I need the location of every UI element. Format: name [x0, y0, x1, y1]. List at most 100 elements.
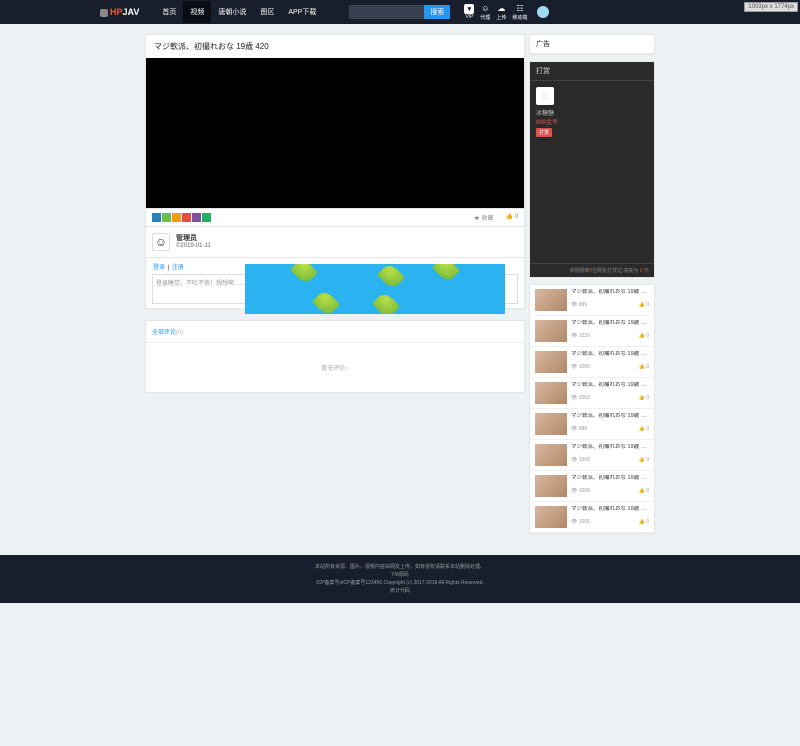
related-item[interactable]: マジ軟派、初撮れおな 19歳 415 👁 1006 👍 0 [530, 502, 654, 533]
view-count: 👁 999 [571, 302, 587, 308]
header-icon[interactable]: ☺代理 [480, 4, 490, 21]
search-box: 搜索 [349, 5, 450, 19]
view-count: 👁 1006 [571, 519, 590, 525]
share-icon[interactable] [182, 213, 191, 222]
nav-item[interactable]: 首页 [155, 1, 183, 23]
nav-item[interactable]: APP下载 [281, 1, 323, 23]
author-name: 管理员 [176, 233, 211, 243]
comments-card: 全部评论(0) 暂无评论~ [145, 320, 525, 393]
author-card: 管理员 ©2019-01-11 [145, 227, 525, 258]
reward-footer: 该视频被0位网友打赏过,收获为 0 元 [530, 263, 654, 277]
logo-jav: JAV [123, 7, 140, 17]
like-count: 👍 0 [639, 488, 649, 494]
view-count: 👁 1029 [571, 333, 590, 339]
related-item[interactable]: マジ軟派、初撮れおな 19歳 413 👁 1003 👍 0 [530, 378, 654, 409]
reward-header: 打赏 [530, 62, 654, 81]
comments-empty: 暂无评论~ [146, 343, 524, 392]
search-input[interactable] [349, 5, 424, 19]
related-thumb [535, 506, 567, 528]
video-title: マジ軟派、初撮れおな 19歳 420 [146, 35, 524, 58]
header: HPJAV 首页视频唐朝小说图区APP下载 搜索 ▾VIP ☺代理 ☁上传 ☷移动端 [0, 0, 800, 24]
share-bar: ★ 收藏 👍 0 [145, 209, 525, 227]
like-count: 👍 0 [639, 364, 649, 370]
view-count: 👁 1008 [571, 488, 590, 494]
related-item[interactable]: マジ軟派、初撮れおな 19歳 412 👁 1000 👍 0 [530, 347, 654, 378]
header-icon[interactable]: ☷移动端 [512, 4, 527, 21]
favorite-button[interactable]: ★ 收藏 [474, 213, 494, 222]
share-icon[interactable] [152, 213, 161, 222]
like-count: 👍 0 [639, 395, 649, 401]
view-count: 👁 1003 [571, 395, 590, 401]
video-card: マジ軟派、初撮れおな 19歳 420 [145, 34, 525, 209]
related-thumb [535, 382, 567, 404]
author-info: 管理员 ©2019-01-11 [176, 233, 211, 249]
related-item[interactable]: マジ軟派、初撮れおな 19歳 417 👁 1008 👍 0 [530, 471, 654, 502]
related-thumb [535, 289, 567, 311]
nav-item[interactable]: 唐朝小说 [211, 1, 253, 23]
like-count: 👍 0 [639, 519, 649, 525]
login-link[interactable]: 登录 [153, 265, 165, 271]
logo-hp: HP [110, 7, 123, 17]
register-link[interactable]: 注册 [172, 265, 184, 271]
footer: 本站所有资源、图片、视频内容由网友上传，如有侵权请联系本站删除处理。 YM源码 … [0, 555, 800, 603]
related-item[interactable]: マジ軟派、初撮れおな 19歳 414 👁 999 👍 0 [530, 409, 654, 440]
related-title: マジ軟派、初撮れおな 19歳 416 [571, 320, 649, 327]
related-thumb [535, 444, 567, 466]
reward-gold: 888金币 [536, 117, 648, 126]
share-icons [152, 213, 211, 222]
reward-button[interactable]: 打赏 [536, 128, 552, 137]
reward-name: 冰糖糖 [536, 108, 648, 117]
related-title: マジ軟派、初撮れおな 19歳 414 [571, 413, 649, 420]
share-icon[interactable] [192, 213, 201, 222]
author-avatar[interactable] [152, 233, 170, 251]
related-title: マジ軟派、初撮れおな 19歳 413 [571, 382, 649, 389]
related-title: マジ軟派、初撮れおな 19歳 247 [571, 289, 649, 296]
related-thumb [535, 413, 567, 435]
related-item[interactable]: マジ軟派、初撮れおな 19歳 416 👁 1029 👍 0 [530, 316, 654, 347]
like-button[interactable]: 👍 0 [506, 213, 518, 222]
footer-line: YM源码 [8, 571, 792, 579]
video-player[interactable] [146, 58, 524, 208]
view-count: 👁 1008 [571, 457, 590, 463]
view-count: 👁 999 [571, 426, 587, 432]
related-title: マジ軟派、初撮れおな 19歳 411 [571, 444, 649, 451]
related-title: マジ軟派、初撮れおな 19歳 415 [571, 506, 649, 513]
reward-card: 打赏 ☺ 冰糖糖 888金币 打赏 该视频被0位网友打赏过,收获为 0 元 [529, 61, 655, 278]
footer-line: 统计代码 [8, 587, 792, 595]
user-avatar[interactable] [537, 6, 549, 18]
view-count: 👁 1000 [571, 364, 590, 370]
actions: ★ 收藏 👍 0 [474, 213, 518, 222]
like-count: 👍 0 [639, 302, 649, 308]
like-count: 👍 0 [639, 333, 649, 339]
ad-banner[interactable] [245, 264, 505, 314]
dimension-badge: 1003px x 1774px [744, 2, 798, 12]
comments-header: 全部评论(0) [146, 321, 524, 343]
header-icon[interactable]: ▾VIP [464, 4, 474, 20]
footer-line: 本站所有资源、图片、视频内容由网友上传，如有侵权请联系本站删除处理。 [8, 563, 792, 571]
related-thumb [535, 320, 567, 342]
share-icon[interactable] [162, 213, 171, 222]
author-date: ©2019-01-11 [176, 243, 211, 249]
logo[interactable]: HPJAV [100, 7, 139, 17]
share-icon[interactable] [202, 213, 211, 222]
nav: 首页视频唐朝小说图区APP下载 [155, 1, 323, 23]
reward-avatar: ☺ [536, 87, 554, 105]
search-button[interactable]: 搜索 [424, 5, 450, 19]
header-icon[interactable]: ☁上传 [496, 4, 506, 21]
footer-line: ICP备案号xICP备案号123456 Copyright (c) 2017-2… [8, 579, 792, 587]
share-icon[interactable] [172, 213, 181, 222]
side-ad-header: 广告 [530, 35, 654, 54]
nav-item[interactable]: 图区 [253, 1, 281, 23]
like-count: 👍 0 [639, 426, 649, 432]
related-thumb [535, 351, 567, 373]
header-icons: ▾VIP ☺代理 ☁上传 ☷移动端 [464, 4, 527, 21]
logo-icon [100, 9, 108, 17]
like-count: 👍 0 [639, 457, 649, 463]
related-item[interactable]: マジ軟派、初撮れおな 19歳 411 👁 1008 👍 0 [530, 440, 654, 471]
related-item[interactable]: マジ軟派、初撮れおな 19歳 247 👁 999 👍 0 [530, 285, 654, 316]
related-title: マジ軟派、初撮れおな 19歳 412 [571, 351, 649, 358]
related-title: マジ軟派、初撮れおな 19歳 417 [571, 475, 649, 482]
nav-item[interactable]: 视频 [183, 1, 211, 23]
related-card: マジ軟派、初撮れおな 19歳 247👁 999👍 0マジ軟派、初撮れおな 19歳… [529, 284, 655, 534]
side-ad-card: 广告 [529, 34, 655, 55]
